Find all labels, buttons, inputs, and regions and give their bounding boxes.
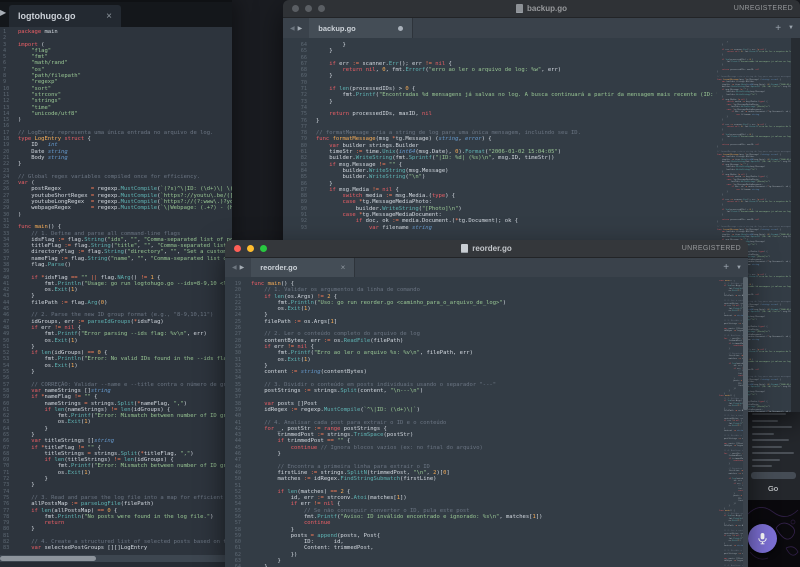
voice-assistant-panel: Go	[746, 408, 800, 567]
window-bottom-edge	[0, 562, 232, 567]
tab-scroll-right-icon[interactable]: ▶	[0, 8, 6, 17]
tab-nav-arrows: ◀ ▶	[225, 258, 251, 277]
scrollbar-reorder[interactable]	[743, 277, 748, 567]
panel-text-lines	[752, 413, 796, 467]
line-numbers-reorder: 19 20 21 22 23 24 25 26 27 28 29 30 31 3…	[225, 277, 241, 567]
mic-icon	[756, 532, 769, 545]
tab-actions-reorder: + ▼	[723, 258, 742, 277]
tab-nav-arrows: ◀ ▶	[283, 18, 309, 38]
tab-scroll-left-icon[interactable]: ◀	[290, 25, 295, 32]
window-controls-backup	[292, 5, 325, 12]
window-controls-reorder	[234, 245, 267, 252]
zoom-window-button[interactable]	[318, 5, 325, 12]
mic-button[interactable]	[748, 524, 777, 553]
close-window-button[interactable]	[292, 5, 299, 12]
zoom-window-button[interactable]	[260, 245, 267, 252]
editor-logtohugo[interactable]: 1 2 3 4 5 6 7 8 9 10 11 12 13 14 15 16 1…	[0, 27, 232, 554]
code-area-reorder[interactable]: func main() { // 1. Validar os argumento…	[251, 277, 719, 567]
tab-scroll-right-icon[interactable]: ▶	[298, 25, 303, 32]
close-tab-icon[interactable]: ×	[106, 11, 112, 22]
window-title-reorder: reorder.go	[225, 244, 748, 253]
tab-scroll-right-icon[interactable]: ▶	[240, 264, 245, 271]
modified-dot-icon	[398, 26, 403, 31]
tabbar-backup: ◀ ▶ backup.go + ▼	[283, 18, 800, 38]
window-logtohugo: ▶ logtohugo.go × 1 2 3 4 5 6 7 8 9 10 11…	[0, 0, 232, 567]
document-icon	[516, 4, 523, 13]
document-icon	[461, 244, 468, 253]
minimize-window-button[interactable]	[305, 5, 312, 12]
hscrollbar-thumb[interactable]	[0, 556, 96, 561]
tabbar-logtohugo: ▶ logtohugo.go ×	[0, 2, 232, 27]
scrollbar-backup[interactable]	[791, 38, 800, 412]
titlebar-backup[interactable]: backup.go UNREGISTERED	[283, 0, 800, 18]
window-title-backup: backup.go	[283, 4, 800, 13]
panel-input-bar[interactable]	[751, 472, 796, 479]
unregistered-label: UNREGISTERED	[682, 245, 741, 252]
tab-logtohugo[interactable]: logtohugo.go ×	[9, 5, 121, 27]
scrollbar-thumb[interactable]	[743, 277, 748, 410]
tab-overflow-button[interactable]: ▼	[788, 25, 794, 31]
editor-reorder[interactable]: 19 20 21 22 23 24 25 26 27 28 29 30 31 3…	[225, 277, 748, 567]
tab-actions-backup: + ▼	[775, 18, 794, 38]
hscrollbar-logtohugo[interactable]	[0, 555, 232, 562]
minimize-window-button[interactable]	[247, 245, 254, 252]
line-numbers-logtohugo: 1 2 3 4 5 6 7 8 9 10 11 12 13 14 15 16 1…	[0, 27, 13, 554]
desktop: Go	[0, 0, 800, 567]
tabbar-reorder: ◀ ▶ reorder.go × + ▼	[225, 258, 748, 277]
close-tab-icon[interactable]: ×	[341, 263, 346, 272]
titlebar-reorder[interactable]: reorder.go UNREGISTERED	[225, 240, 748, 258]
new-tab-button[interactable]: +	[775, 23, 781, 34]
window-reorder: reorder.go UNREGISTERED ◀ ▶ reorder.go ×…	[225, 240, 748, 567]
close-window-button[interactable]	[234, 245, 241, 252]
code-area-logtohugo[interactable]: package main import ( "flag" "fmt" "math…	[18, 27, 232, 554]
voice-assistant-canvas	[746, 500, 800, 567]
tab-reorder[interactable]: reorder.go ×	[251, 258, 355, 277]
tab-backup[interactable]: backup.go	[309, 18, 413, 38]
new-tab-button[interactable]: +	[723, 262, 729, 273]
go-button[interactable]: Go	[746, 484, 800, 493]
unregistered-label: UNREGISTERED	[734, 5, 793, 12]
tab-scroll-left-icon[interactable]: ◀	[232, 264, 237, 271]
tab-overflow-button[interactable]: ▼	[736, 265, 742, 271]
minimap-reorder[interactable]: func main() { // 1. Validar os argumento…	[719, 277, 743, 567]
